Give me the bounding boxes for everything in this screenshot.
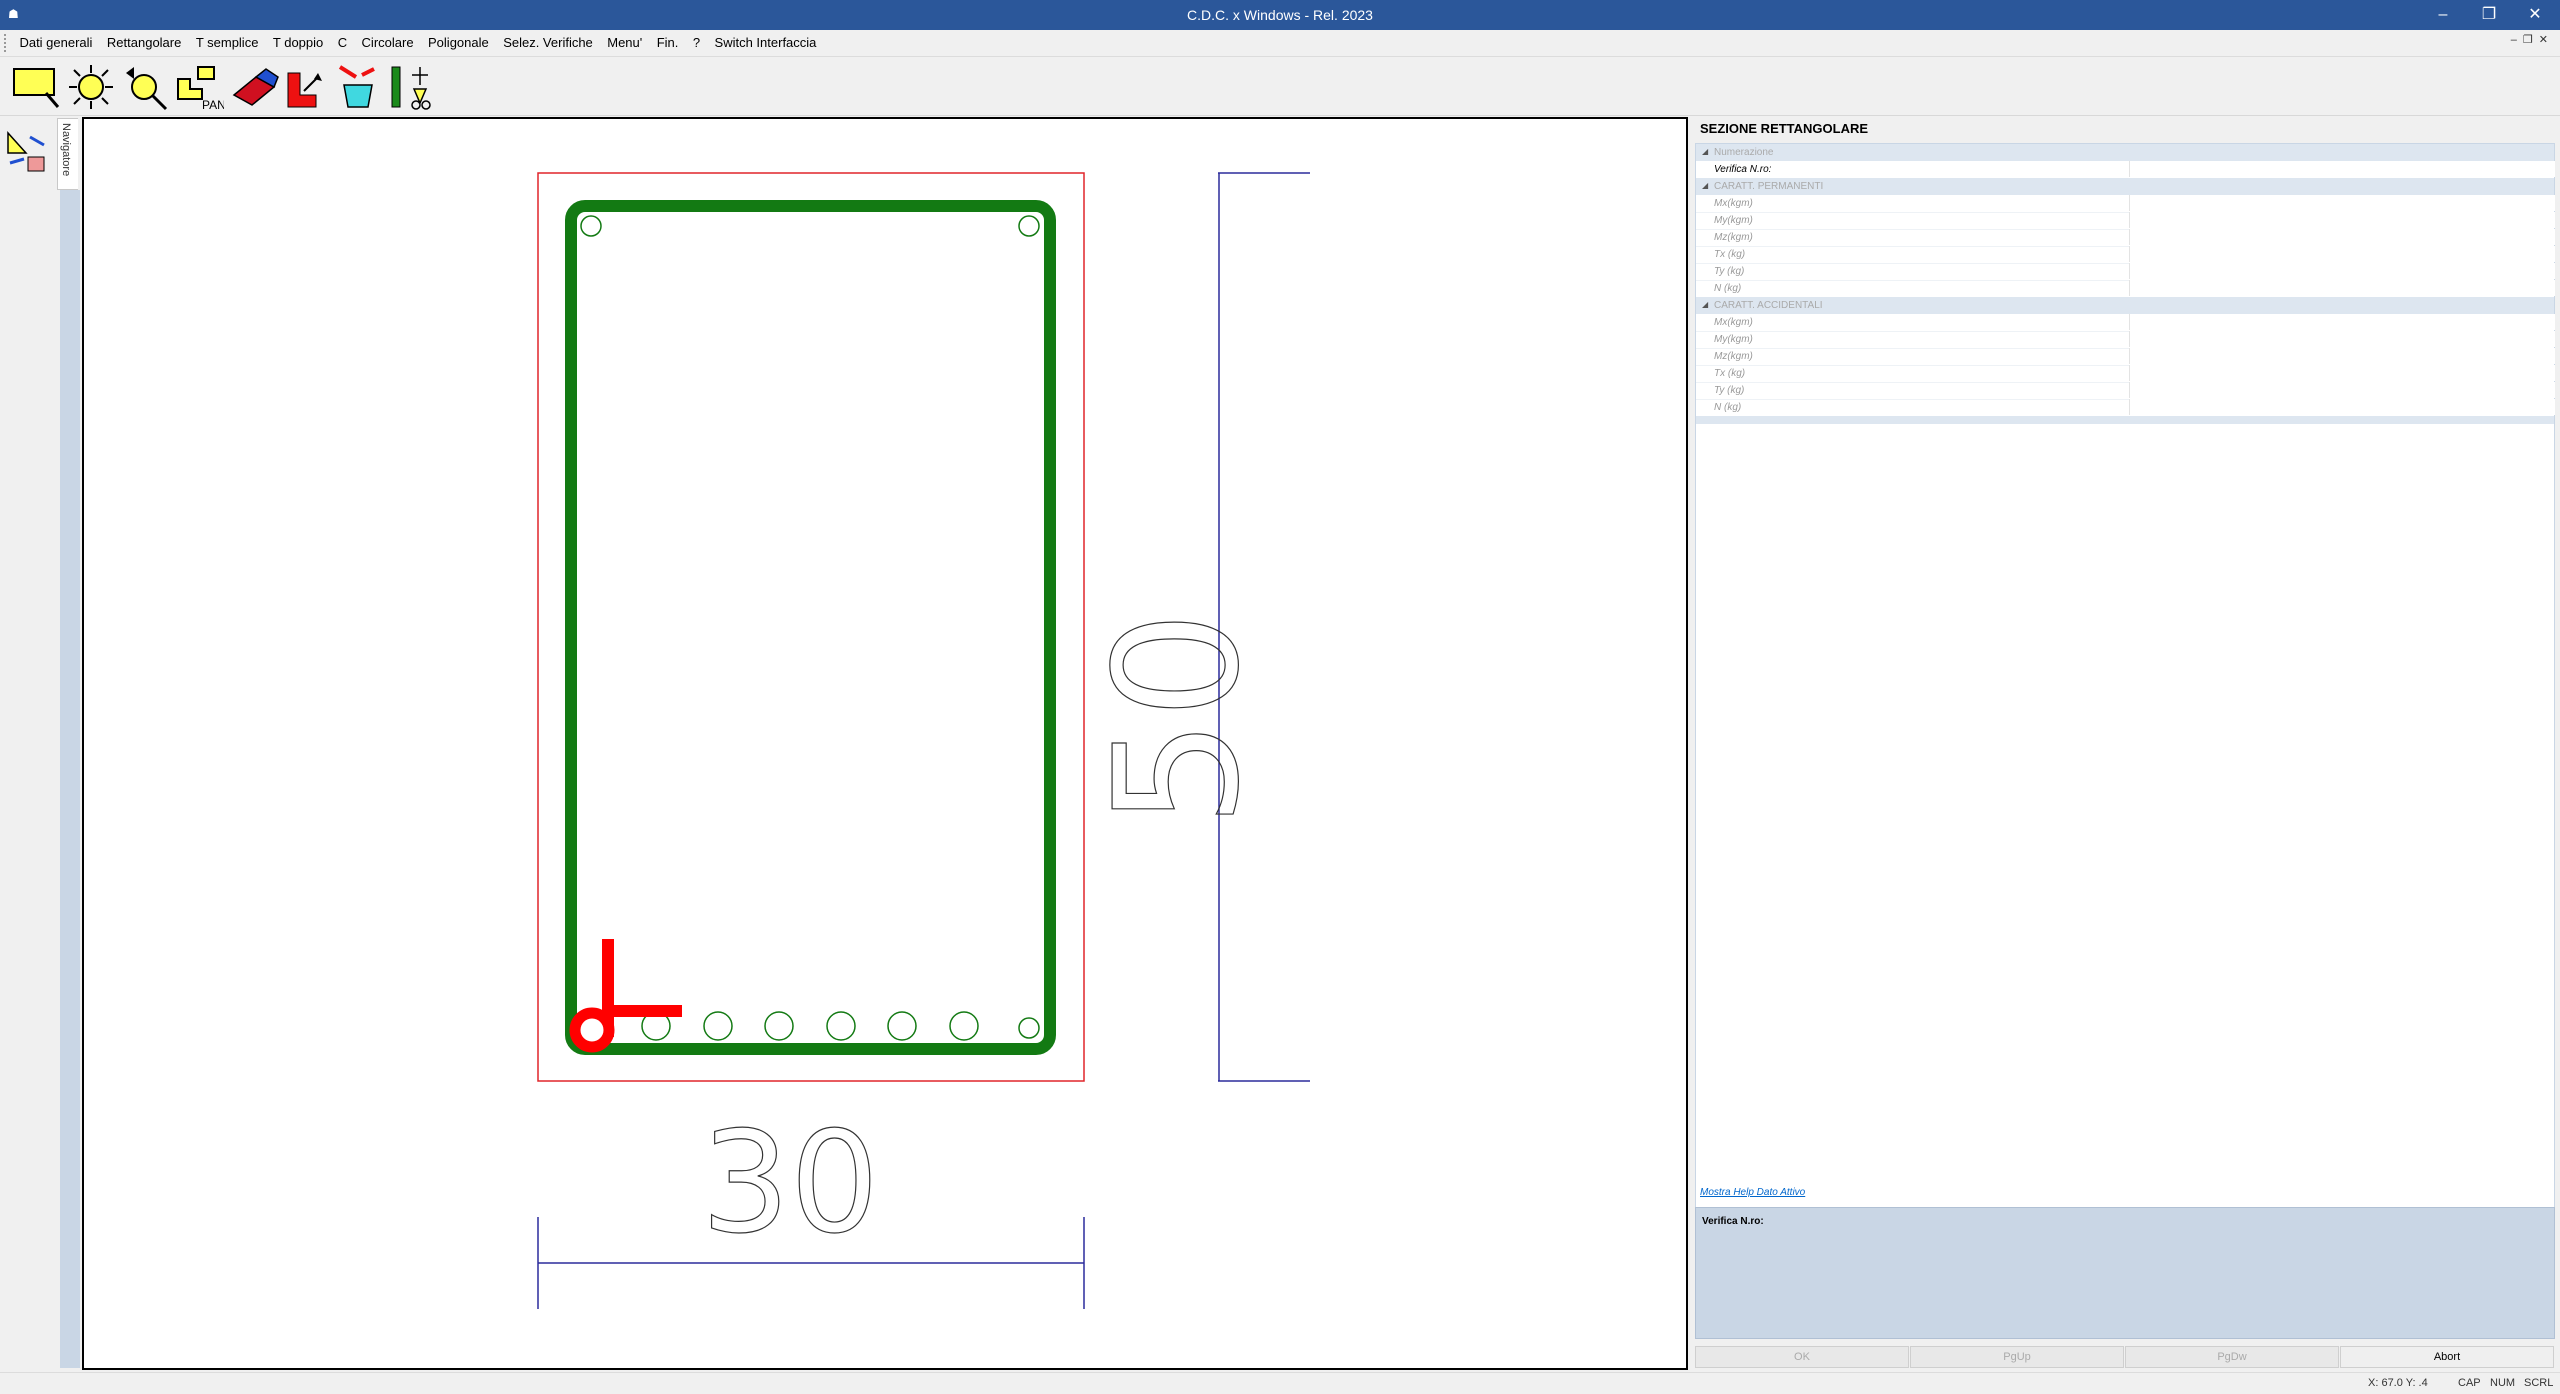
property-panel: SEZIONE RETTANGOLARE ◢ Numerazione Verifi… xyxy=(1692,117,2556,1369)
reinforcement-icon[interactable] xyxy=(388,63,438,111)
row-acc-tx[interactable]: Tx (kg) xyxy=(1696,365,2555,383)
grid-footer xyxy=(1696,416,2554,424)
row-perm-mz[interactable]: Mz(kgm) xyxy=(1696,229,2555,247)
menu-dati-generali[interactable]: Dati generali xyxy=(14,30,97,56)
cursor-coords: X: 67.0 Y: .4 xyxy=(2368,1377,2428,1389)
collapse-icon[interactable]: ◢ xyxy=(1702,300,1708,309)
help-link[interactable]: Mostra Help Dato Attivo xyxy=(1700,1187,1805,1198)
pan-icon[interactable]: PAN xyxy=(174,63,226,112)
rebar-bottom xyxy=(826,1011,856,1041)
drawing-canvas[interactable]: 50 30 xyxy=(82,117,1688,1370)
section-outline xyxy=(537,172,1085,1082)
verifica-value[interactable] xyxy=(2129,161,2555,177)
rebar-bottom xyxy=(1018,1017,1040,1039)
acc-n-value[interactable] xyxy=(2129,399,2555,415)
bucket-icon[interactable] xyxy=(334,63,384,111)
zoom-extents-icon[interactable] xyxy=(66,63,116,111)
status-bar: X: 67.0 Y: .4 CAP NUM SCRL xyxy=(0,1372,2560,1394)
rebar-bottom xyxy=(703,1011,733,1041)
help-title: Verifica N.ro: xyxy=(1702,1216,1764,1227)
row-acc-n[interactable]: N (kg) xyxy=(1696,399,2555,417)
rebar-top-right xyxy=(1018,215,1040,237)
menu-rettangolare[interactable]: Rettangolare xyxy=(102,30,186,56)
menu-selez-verifiche[interactable]: Selez. Verifiche xyxy=(498,30,598,56)
perm-tx-value[interactable] xyxy=(2129,246,2555,262)
button-row: OK PgUp PgDw Abort xyxy=(1695,1346,2554,1368)
menu-switch-interfaccia[interactable]: Switch Interfaccia xyxy=(710,30,822,56)
menu-help[interactable]: ? xyxy=(688,30,705,56)
navigator-strip xyxy=(60,190,80,1368)
acc-ty-value[interactable] xyxy=(2129,382,2555,398)
row-acc-mz[interactable]: Mz(kgm) xyxy=(1696,348,2555,366)
navigatore-label: Navigatore xyxy=(60,123,72,177)
collapse-icon[interactable]: ◢ xyxy=(1702,147,1708,156)
scrl-indicator: SCRL xyxy=(2524,1377,2554,1389)
rebar-bottom xyxy=(764,1011,794,1041)
row-perm-tx[interactable]: Tx (kg) xyxy=(1696,246,2555,264)
mdi-controls[interactable]: –❐✕ xyxy=(2511,33,2554,46)
rebar-bottom xyxy=(949,1011,979,1041)
perm-ty-value[interactable] xyxy=(2129,263,2555,279)
navigator-tool-icon[interactable] xyxy=(4,129,50,175)
perm-n-value[interactable] xyxy=(2129,280,2555,296)
rebar-top-left xyxy=(580,215,602,237)
dimension-width-label: 30 xyxy=(701,1102,879,1265)
cap-indicator: CAP xyxy=(2458,1377,2481,1389)
ok-button[interactable]: OK xyxy=(1695,1346,1909,1368)
window-title: C.D.C. x Windows - Rel. 2023 xyxy=(1187,7,1373,23)
tab-navigatore[interactable]: Navigatore xyxy=(57,118,78,190)
minimize-button[interactable]: – xyxy=(2420,0,2466,30)
help-box: Verifica N.ro: xyxy=(1695,1207,2555,1339)
restore-button[interactable]: ❐ xyxy=(2466,0,2512,30)
panel-title: SEZIONE RETTANGOLARE xyxy=(1700,121,1869,136)
perm-my-value[interactable] xyxy=(2129,212,2555,228)
category-permanenti[interactable]: ◢ CARATT. PERMANENTI xyxy=(1696,178,2554,195)
property-grid: ◢ Numerazione Verifica N.ro: ◢ CARATT. PER… xyxy=(1695,143,2555,1297)
zoom-dynamic-icon[interactable] xyxy=(120,63,170,111)
acc-mx-value[interactable] xyxy=(2129,314,2555,330)
close-button[interactable]: ✕ xyxy=(2512,0,2558,30)
zoom-window-icon[interactable] xyxy=(10,63,60,111)
menu-fin[interactable]: Fin. xyxy=(652,30,684,56)
collapse-icon[interactable]: ◢ xyxy=(1702,181,1708,190)
menu-bar: Dati generali Rettangolare T semplice T … xyxy=(0,30,2560,57)
menu-circolare[interactable]: Circolare xyxy=(357,30,419,56)
dimension-height-label: 50 xyxy=(1079,611,1277,827)
menu-grip-icon xyxy=(4,33,10,52)
pgdw-button[interactable]: PgDw xyxy=(2125,1346,2339,1368)
menu-t-doppio[interactable]: T doppio xyxy=(268,30,328,56)
pgup-button[interactable]: PgUp xyxy=(1910,1346,2124,1368)
menu-poligonale[interactable]: Poligonale xyxy=(423,30,494,56)
row-perm-mx[interactable]: Mx(kgm) xyxy=(1696,195,2555,213)
row-acc-mx[interactable]: Mx(kgm) xyxy=(1696,314,2555,332)
row-verifica[interactable]: Verifica N.ro: xyxy=(1696,161,2555,179)
category-numerazione[interactable]: ◢ Numerazione xyxy=(1696,144,2554,161)
eraser-icon[interactable] xyxy=(230,63,280,111)
perm-mz-value[interactable] xyxy=(2129,229,2555,245)
menu-c[interactable]: C xyxy=(333,30,352,56)
rebar-bottom xyxy=(887,1011,917,1041)
pan-label: PAN xyxy=(202,98,224,111)
toolbar: PAN xyxy=(0,57,2560,116)
num-indicator: NUM xyxy=(2490,1377,2516,1389)
row-acc-ty[interactable]: Ty (kg) xyxy=(1696,382,2555,400)
title-bar: ☗ C.D.C. x Windows - Rel. 2023 – ❐ ✕ xyxy=(0,0,2560,30)
row-acc-my[interactable]: My(kgm) xyxy=(1696,331,2555,349)
section-shape-icon[interactable] xyxy=(282,63,332,111)
acc-my-value[interactable] xyxy=(2129,331,2555,347)
row-perm-my[interactable]: My(kgm) xyxy=(1696,212,2555,230)
menu-t-semplice[interactable]: T semplice xyxy=(191,30,264,56)
perm-mx-value[interactable] xyxy=(2129,195,2555,211)
left-toolbar xyxy=(0,117,56,1369)
acc-tx-value[interactable] xyxy=(2129,365,2555,381)
acc-mz-value[interactable] xyxy=(2129,348,2555,364)
abort-button[interactable]: Abort xyxy=(2340,1346,2554,1368)
menu-menu[interactable]: Menu' xyxy=(602,30,647,56)
stirrup xyxy=(565,200,1056,1055)
row-perm-ty[interactable]: Ty (kg) xyxy=(1696,263,2555,281)
category-accidentali[interactable]: ◢ CARATT. ACCIDENTALI xyxy=(1696,297,2554,314)
row-perm-n[interactable]: N (kg) xyxy=(1696,280,2555,298)
